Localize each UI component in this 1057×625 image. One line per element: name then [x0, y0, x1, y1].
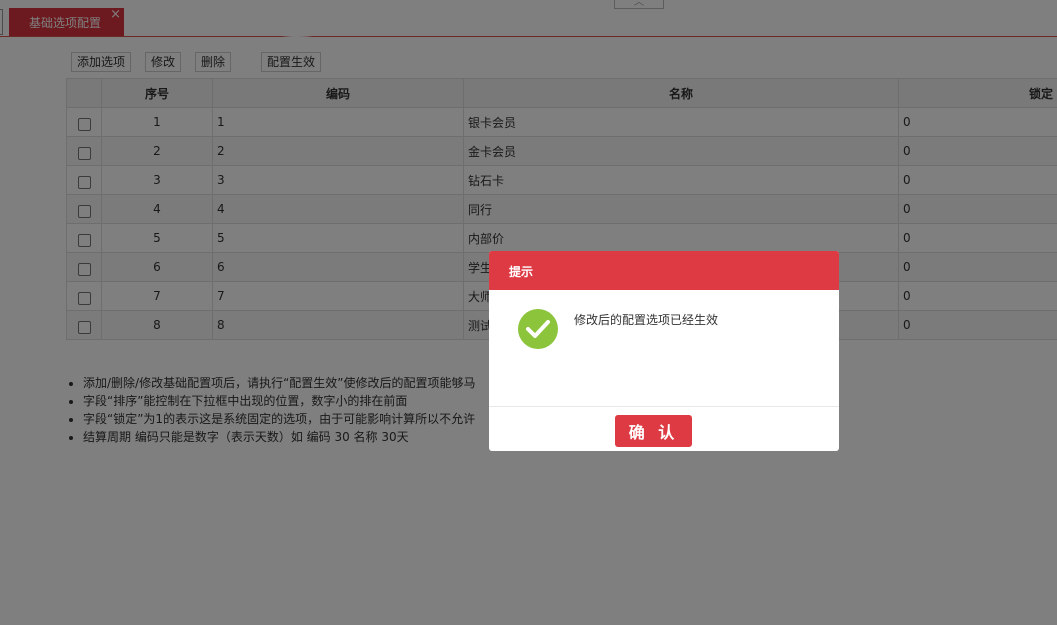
dialog-message: 修改后的配置选项已经生效	[574, 313, 719, 327]
dialog-footer: 确 认	[489, 406, 839, 451]
dialog-body: 修改后的配置选项已经生效	[489, 290, 839, 406]
dialog-title: 提示	[489, 251, 839, 290]
alert-dialog: 提示 修改后的配置选项已经生效 确 认	[489, 251, 839, 451]
confirm-button[interactable]: 确 认	[615, 415, 692, 447]
check-circle-icon	[518, 309, 558, 349]
